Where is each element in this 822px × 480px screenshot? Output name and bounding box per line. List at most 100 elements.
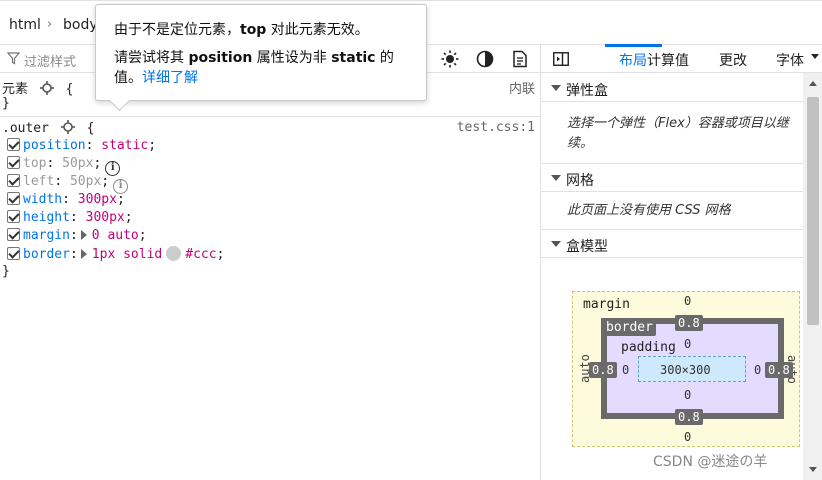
flexbox-message: 选择一个弹性（Flex）容器或项目以继续。 <box>567 116 789 151</box>
highlight-selector-icon[interactable] <box>60 120 75 134</box>
padding-bottom-value[interactable]: 0 <box>684 388 691 402</box>
property-name[interactable]: top <box>23 156 46 171</box>
sidebar-scrollbar[interactable] <box>803 73 822 480</box>
property-value[interactable]: static <box>101 138 148 153</box>
outer-rule-header: .outer { <box>2 120 94 138</box>
flexbox-section-body: 选择一个弹性（Flex）容器或项目以继续。 <box>541 103 803 164</box>
border-bottom-value[interactable]: 0.8 <box>675 409 703 425</box>
section-header-flexbox[interactable]: 弹性盒 <box>541 74 803 102</box>
watermark: CSDN @迷途の羊 <box>653 454 768 470</box>
grid-message: 此页面上没有使用 CSS 网格 <box>567 203 731 218</box>
tab-layout[interactable]: 布局 <box>619 50 647 70</box>
toggle-panel-icon[interactable] <box>553 52 569 66</box>
border-label: border <box>603 320 656 336</box>
layout-sidebar: 布局 计算值 更改 字体 弹性盒 选择一个弹性（Flex）容器或项目以继续。 网… <box>540 44 822 480</box>
padding-right-value[interactable]: 0 <box>754 363 761 377</box>
box-model-diagram: margin 0 0 auto auto border 0.8 0.8 0.8 … <box>572 291 800 447</box>
highlight-element-icon[interactable] <box>39 81 54 95</box>
chevron-down-icon <box>551 241 561 247</box>
declaration-checkbox[interactable] <box>7 192 20 205</box>
padding-label: padding <box>621 340 676 355</box>
close-brace: } <box>2 96 10 111</box>
tooltip-hint: 请尝试将其 position 属性设为非 static 的值。详细了解 <box>114 50 394 86</box>
element-selector: 元素 <box>2 82 29 97</box>
breadcrumb-separator: › <box>47 17 53 32</box>
declaration-checkbox[interactable] <box>7 156 20 169</box>
rules-pane: 过滤样式 元素 {内联} .outer {test.css:1 posit… <box>0 45 540 480</box>
inactive-css-tooltip: 由于不是定位元素，top 对此元素无效。 请尝试将其 position 属性设为… <box>95 4 427 101</box>
content-size[interactable]: 300×300 <box>660 363 711 377</box>
section-title: 盒模型 <box>566 239 608 255</box>
filter-styles-input[interactable]: 过滤样式 <box>24 51 76 70</box>
border-right-value[interactable]: 0.8 <box>765 362 793 378</box>
margin-bottom-value[interactable]: 0 <box>684 430 691 444</box>
outer-source[interactable]: test.css:1 <box>457 120 535 135</box>
margin-label: margin <box>583 297 630 312</box>
property-color-value[interactable]: #ccc <box>185 247 216 262</box>
expand-triangle-icon[interactable] <box>80 230 87 240</box>
property-value[interactable]: 300px <box>78 192 117 207</box>
property-value[interactable]: 300px <box>86 210 125 225</box>
element-rule-header: 元素 { <box>2 78 74 97</box>
outer-selector[interactable]: .outer <box>2 121 49 136</box>
margin-top-value[interactable]: 0 <box>684 294 691 308</box>
sidebar-tabs: 布局 计算值 更改 字体 <box>541 44 822 73</box>
property-value[interactable]: 1px solid <box>92 247 162 262</box>
declaration-margin: margin: 0 auto; <box>7 228 147 246</box>
chevron-down-icon <box>551 175 561 181</box>
scroll-up-icon[interactable] <box>809 81 817 86</box>
open-brace: { <box>86 121 95 136</box>
property-value[interactable]: 0 auto <box>92 228 139 243</box>
property-name[interactable]: width <box>23 192 62 207</box>
declaration-checkbox[interactable] <box>7 174 20 187</box>
tab-fonts[interactable]: 字体 <box>776 50 804 70</box>
declaration-left: left: 50px; i <box>7 174 129 194</box>
border-left-value[interactable]: 0.8 <box>589 362 617 378</box>
declaration-checkbox[interactable] <box>7 210 20 223</box>
breadcrumb-body[interactable]: body <box>63 17 98 33</box>
declaration-checkbox[interactable] <box>7 247 20 260</box>
learn-more-link[interactable]: 详细了解 <box>142 70 198 86</box>
grid-section-body: 此页面上没有使用 CSS 网格 <box>541 193 803 230</box>
declaration-top: top: 50px; i <box>7 156 121 176</box>
dark-theme-icon[interactable] <box>476 50 494 68</box>
breadcrumb-html[interactable]: html <box>9 17 41 33</box>
padding-top-value[interactable]: 0 <box>684 337 691 351</box>
property-name[interactable]: border <box>23 247 70 262</box>
scroll-thumb[interactable] <box>807 97 819 325</box>
element-source[interactable]: 内联 <box>509 78 535 97</box>
property-name[interactable]: height <box>23 210 70 225</box>
close-brace: } <box>2 264 10 279</box>
rule-divider <box>0 116 540 117</box>
declaration-checkbox[interactable] <box>7 228 20 241</box>
property-value[interactable]: 50px <box>70 174 101 189</box>
property-name[interactable]: position <box>23 138 86 153</box>
property-name[interactable]: margin <box>23 228 70 243</box>
declaration-checkbox[interactable] <box>7 138 20 151</box>
color-swatch[interactable] <box>166 246 182 261</box>
section-header-grid[interactable]: 网格 <box>541 164 803 192</box>
section-header-box-model[interactable]: 盒模型 <box>541 230 803 258</box>
tooltip-message: 由于不是定位元素，top 对此元素无效。 <box>114 22 369 38</box>
declaration-height: height: 300px; <box>7 210 133 228</box>
chevron-down-icon[interactable] <box>811 54 819 59</box>
chevron-down-icon <box>551 85 561 91</box>
property-value[interactable]: 50px <box>62 156 93 171</box>
section-title: 网格 <box>566 173 594 189</box>
open-brace: { <box>65 82 74 97</box>
declaration-width: width: 300px; <box>7 192 125 210</box>
declaration-border: border: 1px solid #ccc; <box>7 246 224 264</box>
funnel-icon <box>7 52 20 65</box>
property-name[interactable]: left <box>23 174 54 189</box>
declaration-position: position: static; <box>7 138 156 156</box>
border-top-value[interactable]: 0.8 <box>675 315 703 331</box>
light-theme-icon[interactable] <box>441 50 459 68</box>
section-title: 弹性盒 <box>566 83 608 99</box>
tab-computed[interactable]: 计算值 <box>647 50 689 70</box>
active-tab-indicator <box>605 44 662 47</box>
print-media-icon[interactable] <box>511 50 529 68</box>
tab-changes[interactable]: 更改 <box>719 50 747 70</box>
scroll-down-icon[interactable] <box>809 467 817 472</box>
padding-left-value[interactable]: 0 <box>622 363 629 377</box>
expand-triangle-icon[interactable] <box>80 249 87 259</box>
